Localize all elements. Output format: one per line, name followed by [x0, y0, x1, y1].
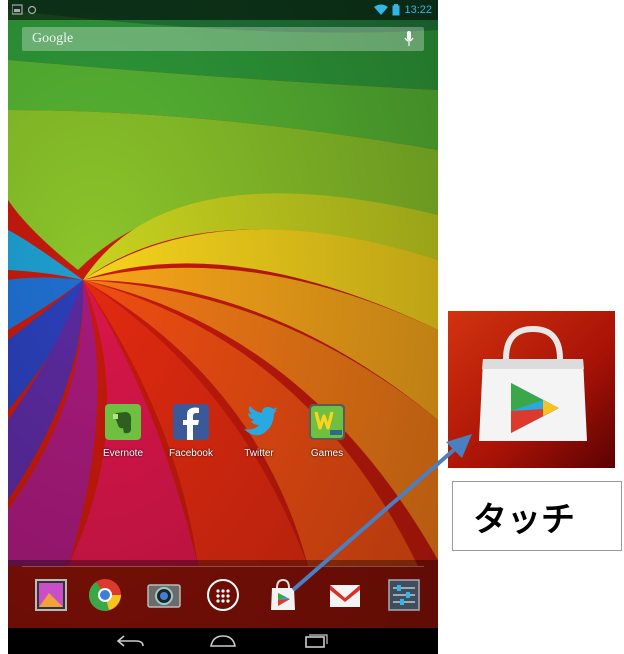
- app-label: Evernote: [102, 448, 144, 459]
- battery-icon: [392, 4, 400, 16]
- google-search-bar[interactable]: Google: [22, 27, 424, 51]
- app-games[interactable]: Games: [301, 403, 353, 459]
- mic-icon[interactable]: [404, 31, 414, 47]
- play-store-icon[interactable]: [264, 576, 302, 614]
- facebook-icon: [173, 404, 209, 440]
- twitter-icon: [244, 406, 277, 436]
- gallery-icon[interactable]: [32, 576, 70, 614]
- app-facebook[interactable]: Facebook: [165, 403, 217, 459]
- app-evernote[interactable]: Evernote: [97, 403, 149, 459]
- dock-divider: [22, 566, 424, 567]
- app-label: Games: [310, 448, 344, 459]
- touch-callout: タッチ: [452, 481, 622, 551]
- app-twitter[interactable]: Twitter: [233, 403, 285, 459]
- back-icon[interactable]: [114, 632, 148, 650]
- chrome-icon[interactable]: [86, 576, 124, 614]
- evernote-icon: [105, 404, 141, 440]
- home-icon[interactable]: [206, 632, 240, 650]
- gmail-icon[interactable]: [326, 576, 364, 614]
- settings-icon[interactable]: [385, 576, 423, 614]
- search-label: Google: [32, 31, 74, 46]
- navigation-bar: [8, 628, 438, 654]
- touch-label: タッチ: [473, 500, 575, 540]
- app-label: Twitter: [244, 448, 274, 459]
- wallpaper: [8, 0, 438, 654]
- status-time: 13:22: [404, 4, 432, 16]
- games-icon: [309, 404, 345, 440]
- tablet-screen: 13:22 Google Evernote Facebook Twitter G…: [8, 0, 438, 654]
- recents-icon[interactable]: [298, 632, 332, 650]
- app-label: Facebook: [169, 448, 213, 459]
- notification-icons: [12, 4, 37, 15]
- app-drawer-icon[interactable]: [204, 576, 242, 614]
- status-bar: 13:22: [8, 0, 438, 20]
- play-store-zoom: [448, 311, 615, 468]
- camera-icon[interactable]: [145, 576, 183, 614]
- wifi-icon: [374, 4, 389, 15]
